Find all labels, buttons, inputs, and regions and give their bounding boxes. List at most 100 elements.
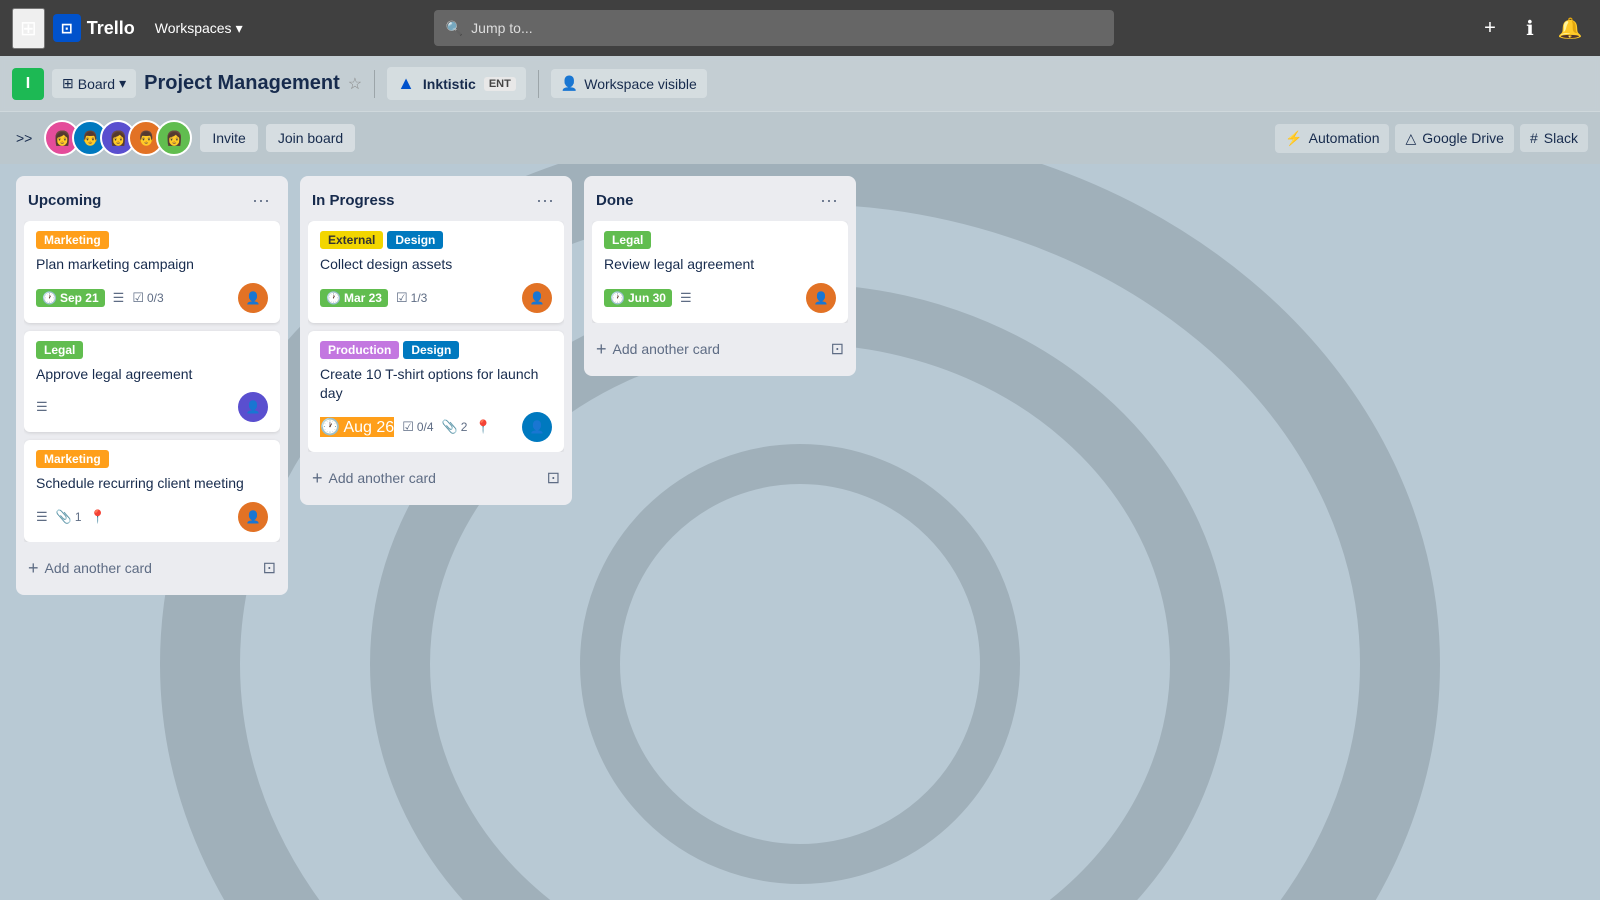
column-done: Done ··· Legal Review legal agreement 🕐 …: [584, 176, 856, 376]
add-card-button-upcoming[interactable]: + Add another card ⊡: [24, 550, 280, 587]
ent-badge: ENT: [484, 77, 516, 91]
visibility-button[interactable]: 👤 Workspace visible: [551, 69, 707, 98]
template-icon: ⊡: [831, 339, 844, 359]
plus-icon: +: [312, 468, 323, 489]
desc-icon: ☰: [680, 290, 692, 306]
card-c5[interactable]: ProductionDesign Create 10 T-shirt optio…: [308, 331, 564, 452]
user-avatar[interactable]: I: [12, 68, 44, 100]
board-view-icon: ⊞: [62, 75, 74, 92]
desc-icon: ☰: [113, 290, 125, 306]
card-c6[interactable]: Legal Review legal agreement 🕐 Jun 30 ☰ 👤: [592, 221, 848, 323]
due-date-c6: 🕐 Jun 30: [604, 289, 672, 307]
clock-icon: 🕐: [610, 291, 625, 305]
checklist-icon: ☑: [396, 290, 408, 306]
card-title-c3: Schedule recurring client meeting: [36, 474, 268, 494]
member-avatar-5[interactable]: 👩: [156, 120, 192, 156]
card-avatar-c4: 👤: [522, 283, 552, 313]
board-content: Upcoming ··· Marketing Plan marketing ca…: [0, 164, 1600, 900]
search-icon: 🔍: [446, 20, 463, 37]
attachments-c5: 📎2: [442, 419, 468, 435]
workspace-badge[interactable]: ▲ Inktistic ENT: [387, 67, 526, 100]
card-meta-c2: ☰: [36, 399, 48, 415]
automation-label: Automation: [1309, 130, 1380, 146]
clock-icon: 🕐: [320, 419, 340, 436]
column-inprogress: In Progress ··· ExternalDesign Collect d…: [300, 176, 572, 505]
add-card-button-inprogress[interactable]: + Add another card ⊡: [308, 460, 564, 497]
gdrive-button[interactable]: △ Google Drive: [1395, 124, 1513, 153]
workspace-name: Inktistic: [423, 76, 476, 92]
desc-icon-c2: ☰: [36, 399, 48, 415]
avatar-face: 👤: [530, 420, 545, 434]
board-view-button[interactable]: ⊞ Board ▾: [52, 69, 136, 98]
logo: ⊡ Trello: [53, 14, 135, 42]
subheader-tools: ⚡ Automation △ Google Drive # Slack: [1275, 124, 1588, 153]
attachments-c3: 📎1: [56, 509, 82, 525]
slack-icon: #: [1530, 130, 1538, 146]
checklist-c5: ☑0/4: [402, 419, 433, 435]
card-title-c6: Review legal agreement: [604, 255, 836, 275]
bell-icon: 🔔: [1558, 16, 1583, 41]
avatar-face: 👤: [814, 291, 829, 305]
card-footer-c5: 🕐 Aug 26☑0/4📎2📍 👤: [320, 412, 552, 442]
add-card-label: Add another card: [329, 470, 436, 486]
slack-button[interactable]: # Slack: [1520, 124, 1588, 152]
card-footer-c4: 🕐 Mar 23☑1/3 👤: [320, 283, 552, 313]
card-labels-c2: Legal: [36, 341, 268, 359]
cards-upcoming: Marketing Plan marketing campaign 🕐 Sep …: [24, 221, 280, 542]
invite-button[interactable]: Invite: [200, 124, 257, 152]
due-date-c5: 🕐 Aug 26: [320, 417, 394, 437]
label-orange: Marketing: [36, 231, 109, 249]
card-c2[interactable]: Legal Approve legal agreement ☰ 👤: [24, 331, 280, 433]
add-button[interactable]: +: [1472, 10, 1508, 46]
card-meta-c4: 🕐 Mar 23☑1/3: [320, 289, 427, 307]
invite-label: Invite: [212, 130, 245, 146]
info-button[interactable]: ℹ: [1512, 10, 1548, 46]
column-menu-upcoming[interactable]: ···: [246, 188, 276, 213]
collapse-sidebar-button[interactable]: >>: [12, 126, 36, 150]
divider2: [538, 70, 539, 98]
workspaces-button[interactable]: Workspaces ▾: [147, 14, 251, 43]
label-orange: Marketing: [36, 450, 109, 468]
plus-icon: +: [28, 558, 39, 579]
gdrive-label: Google Drive: [1422, 130, 1504, 146]
search-bar[interactable]: 🔍 Jump to...: [434, 10, 1114, 46]
checklist-icon: ☑: [402, 419, 414, 435]
checklist-c1: ☑0/3: [132, 290, 163, 306]
card-avatar-c1: 👤: [238, 283, 268, 313]
join-board-button[interactable]: Join board: [266, 124, 355, 152]
top-nav: ⊞ ⊡ Trello Workspaces ▾ 🔍 Jump to... + ℹ…: [0, 0, 1600, 56]
divider: [374, 70, 375, 98]
drive-icon: △: [1405, 130, 1416, 147]
card-labels-c5: ProductionDesign: [320, 341, 552, 359]
template-icon: ⊡: [547, 468, 560, 488]
column-header-done: Done ···: [592, 184, 848, 221]
paperclip-icon: 📎: [442, 419, 458, 435]
grid-icon[interactable]: ⊞: [12, 8, 45, 49]
card-meta-c5: 🕐 Aug 26☑0/4📎2📍: [320, 417, 492, 437]
plus-icon: +: [1484, 17, 1496, 40]
logo-box: ⊡: [53, 14, 81, 42]
add-card-button-done[interactable]: + Add another card ⊡: [592, 331, 848, 368]
card-title-c1: Plan marketing campaign: [36, 255, 268, 275]
column-menu-done[interactable]: ···: [814, 188, 844, 213]
chevron-down-icon: ▾: [236, 20, 243, 37]
card-footer-c1: 🕐 Sep 21☰☑0/3 👤: [36, 283, 268, 313]
person-icon: 👤: [561, 75, 578, 92]
automation-button[interactable]: ⚡ Automation: [1275, 124, 1389, 153]
star-icon[interactable]: ☆: [348, 74, 362, 94]
card-footer-c3: ☰📎1📍 👤: [36, 502, 268, 532]
logo-text: Trello: [87, 18, 135, 39]
column-menu-inprogress[interactable]: ···: [530, 188, 560, 213]
board-header: I ⊞ Board ▾ Project Management ☆ ▲ Inkti…: [0, 56, 1600, 112]
card-c1[interactable]: Marketing Plan marketing campaign 🕐 Sep …: [24, 221, 280, 323]
card-c4[interactable]: ExternalDesign Collect design assets 🕐 M…: [308, 221, 564, 323]
column-title-upcoming: Upcoming: [28, 192, 101, 209]
label-green: Legal: [604, 231, 651, 249]
label-blue: Design: [403, 341, 459, 359]
atlassian-icon: ▲: [397, 73, 415, 94]
info-icon: ℹ: [1526, 16, 1534, 41]
notifications-button[interactable]: 🔔: [1552, 10, 1588, 46]
card-c3[interactable]: Marketing Schedule recurring client meet…: [24, 440, 280, 542]
checklist-icon: ☑: [132, 290, 144, 306]
card-avatar-c3: 👤: [238, 502, 268, 532]
